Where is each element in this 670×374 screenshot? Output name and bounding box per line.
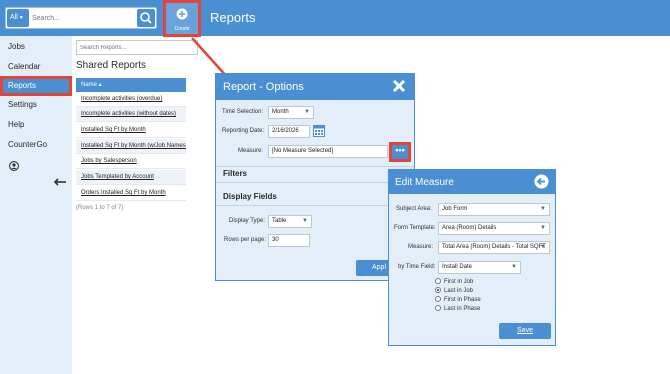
edit-measure-label: Measure: xyxy=(408,244,434,250)
edit-measure-select[interactable]: Total Area (Room) Details - Total SQFT ▼ xyxy=(438,241,550,254)
measure-input[interactable]: [No Measure Selected] xyxy=(268,145,388,158)
radio-label: First in Phase xyxy=(444,297,481,303)
radio-circle[interactable] xyxy=(435,305,441,312)
chevron-down-icon: ▼ xyxy=(511,264,517,270)
radio-circle-selected[interactable] xyxy=(435,287,441,294)
display-fields-divider xyxy=(216,182,414,183)
radio-first-in-phase[interactable]: First in Phase xyxy=(435,296,481,305)
rows-per-page-label: Rows per page: xyxy=(224,237,267,243)
display-type-select[interactable]: Table ▼ xyxy=(268,215,312,228)
rows-per-page-input[interactable]: 30 xyxy=(268,234,310,247)
subject-area-select[interactable]: Job Form ▼ xyxy=(438,203,550,216)
display-type-value: Table xyxy=(272,218,287,224)
edit-measure-panel: Edit Measure Subject Area: Job Form ▼ For… xyxy=(388,169,556,346)
radio-label: First in Job xyxy=(444,279,474,285)
time-selection-select[interactable]: Month ▼ xyxy=(268,106,314,119)
edit-measure-header: Edit Measure xyxy=(389,170,555,194)
save-button[interactable]: Save xyxy=(499,323,551,339)
report-options-title: Report - Options xyxy=(223,81,304,93)
create-to-options-arrow xyxy=(191,37,229,79)
display-fields-underline xyxy=(216,205,414,206)
time-field-label: by Time Field: xyxy=(398,264,436,270)
form-template-value: Area (Room) Details xyxy=(442,225,497,231)
form-template-select[interactable]: Area (Room) Details ▼ xyxy=(438,222,550,235)
edit-measure-value: Total Area (Room) Details - Total SQFT xyxy=(442,244,546,250)
subject-area-value: Job Form xyxy=(442,206,468,212)
chevron-down-icon: ▼ xyxy=(302,218,308,224)
reporting-date-label: Reporting Date: xyxy=(222,128,265,134)
chevron-down-icon: ▼ xyxy=(540,206,546,212)
radio-circle[interactable] xyxy=(435,278,441,285)
radio-last-in-phase[interactable]: Last in Phase xyxy=(435,305,480,314)
measure-label: Measure: xyxy=(238,148,264,154)
radio-last-in-job[interactable]: Last in Job xyxy=(435,287,473,296)
filters-divider xyxy=(216,166,414,167)
filters-title: Filters xyxy=(223,169,248,178)
display-fields-title: Display Fields xyxy=(223,192,277,201)
reporting-date-input[interactable]: 2/16/2026 xyxy=(268,125,310,138)
subject-area-label: Subject Area: xyxy=(396,206,432,212)
close-icon[interactable] xyxy=(391,78,407,94)
chevron-down-icon: ▼ xyxy=(304,109,310,115)
calendar-icon[interactable] xyxy=(313,124,325,137)
radio-circle[interactable] xyxy=(435,296,441,303)
back-arrow-icon[interactable] xyxy=(534,174,549,189)
time-selection-label: Time Selection: xyxy=(222,109,264,115)
time-field-value: Install Date xyxy=(442,264,473,270)
radio-label: Last in Phase xyxy=(444,306,481,312)
chevron-down-icon: ▼ xyxy=(540,225,546,231)
edit-measure-title: Edit Measure xyxy=(395,177,454,188)
report-options-panel: Report - Options Time Selection: Month ▼ … xyxy=(215,73,415,281)
app-root: All▼ Create Reports Jobs Calendar Report… xyxy=(0,0,670,374)
chevron-down-icon: ▼ xyxy=(540,244,546,250)
radio-first-in-job[interactable]: First in Job xyxy=(435,278,473,287)
form-template-label: Form Template: xyxy=(394,225,436,231)
report-options-header: Report - Options xyxy=(216,74,414,100)
time-field-select[interactable]: Install Date ▼ xyxy=(438,261,521,274)
radio-label: Last in Job xyxy=(444,288,474,294)
more-options-button[interactable]: ••• xyxy=(389,142,411,162)
display-type-label: Display Type: xyxy=(229,218,265,224)
time-selection-value: Month xyxy=(272,109,289,115)
